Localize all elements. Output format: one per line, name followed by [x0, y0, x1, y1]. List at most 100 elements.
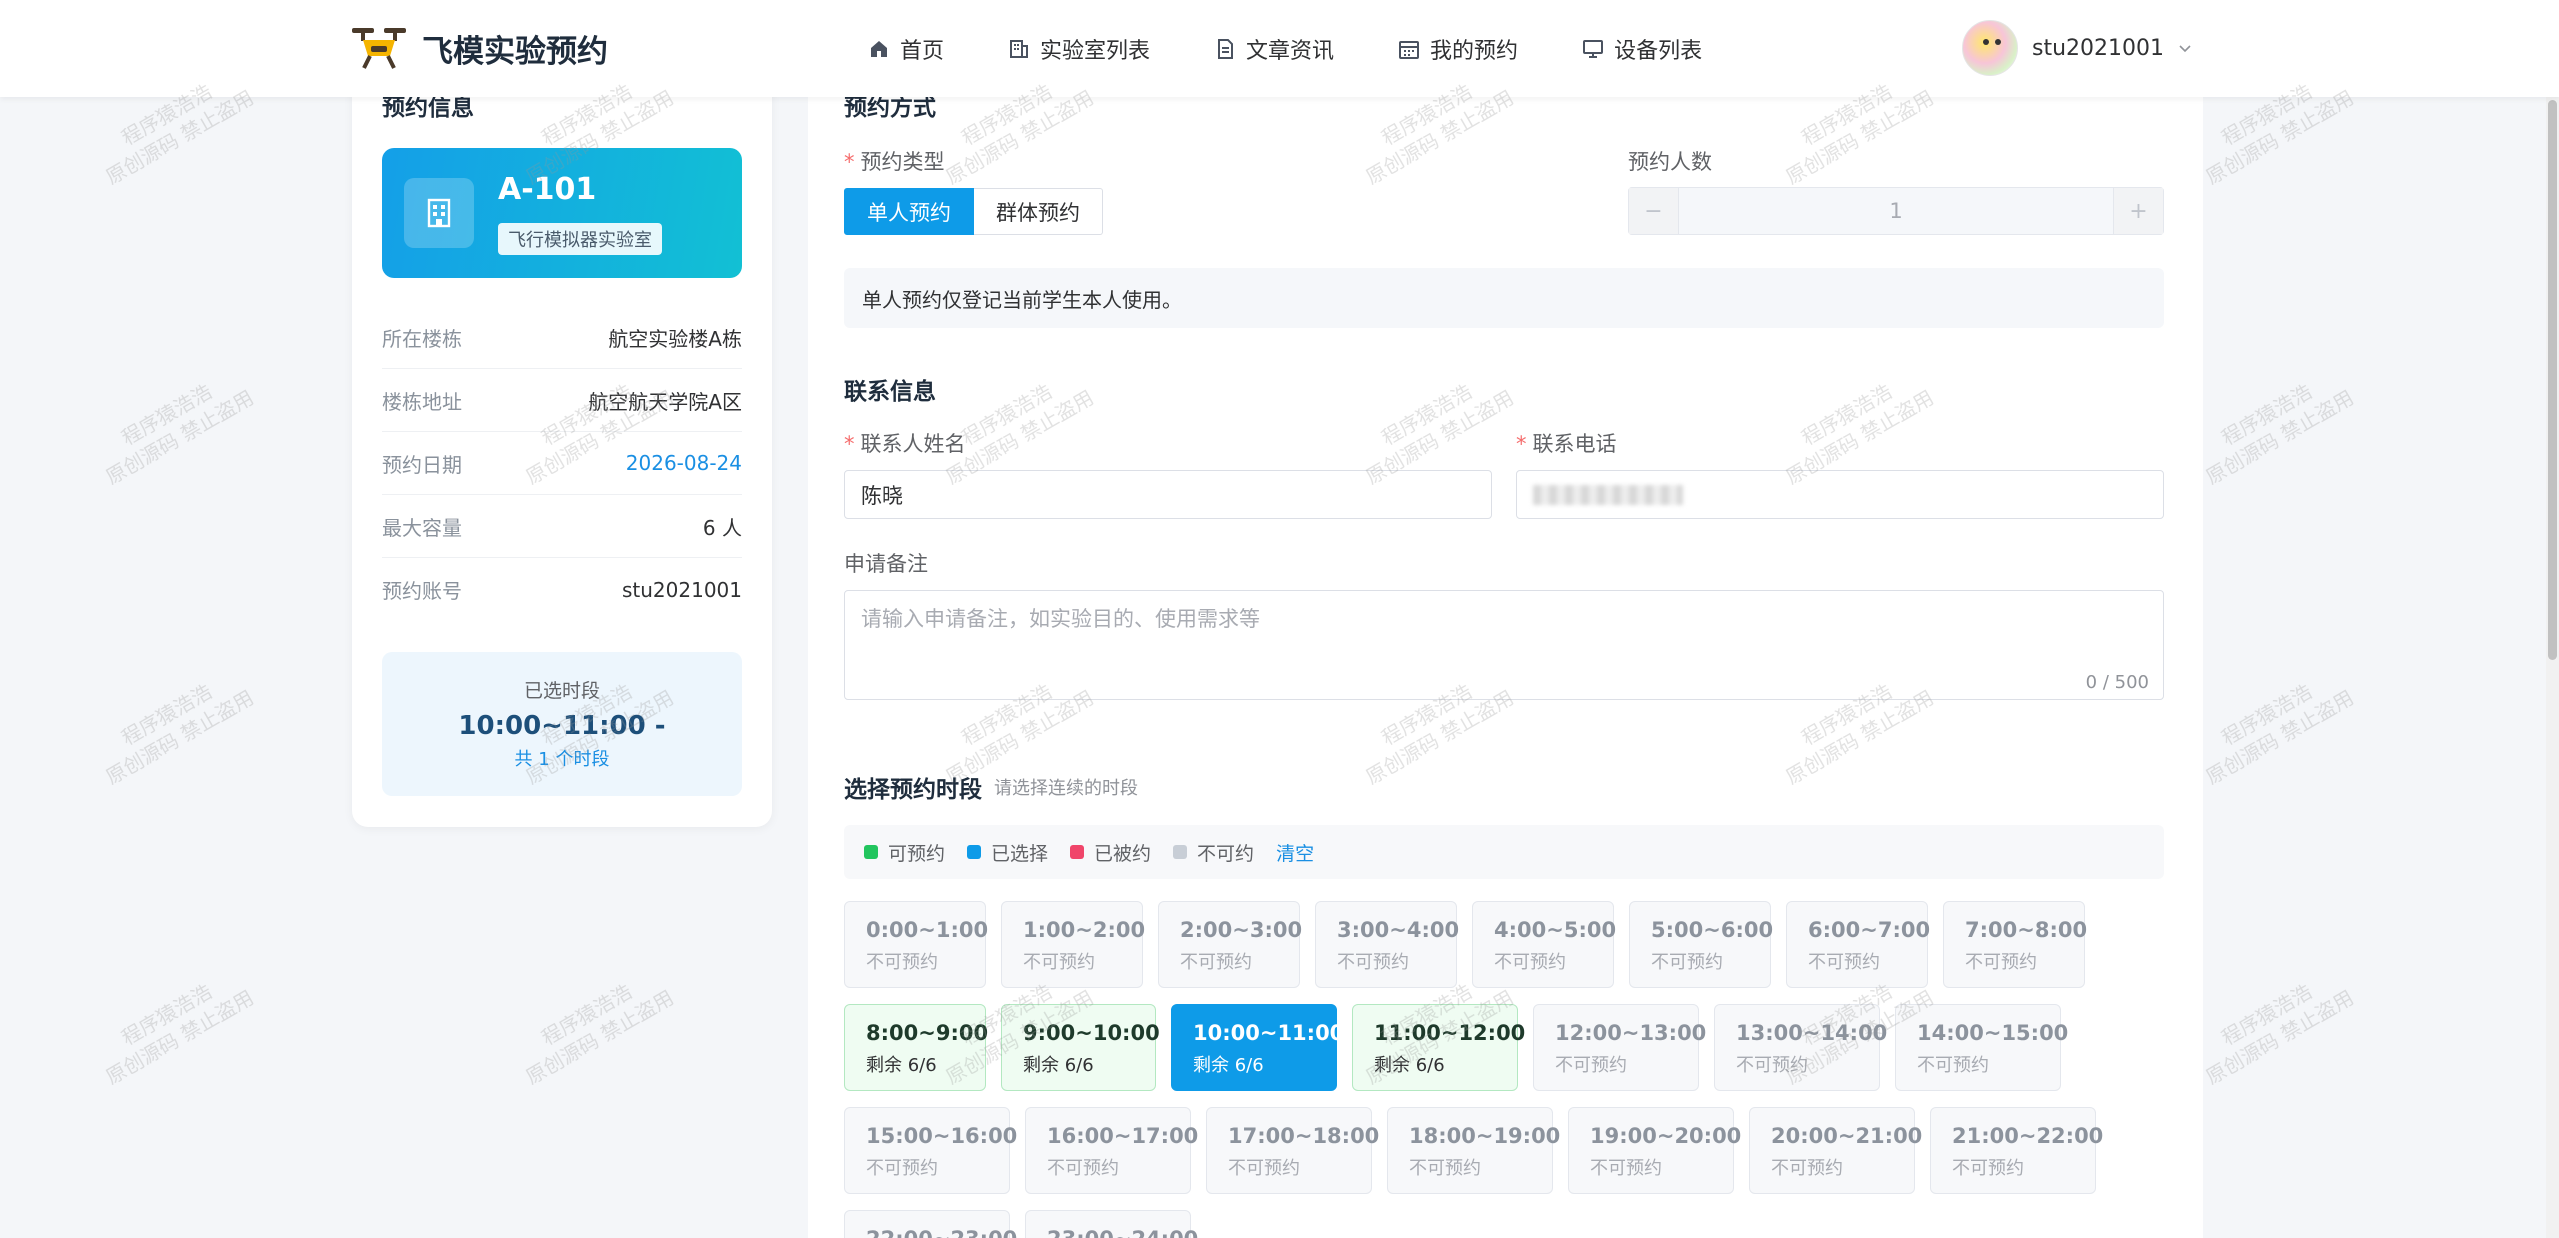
slot-status: 不可预约: [1023, 952, 1095, 973]
home-icon: [871, 40, 887, 57]
legend-dot: [1173, 845, 1188, 859]
people-count-value[interactable]: 1: [1679, 188, 2113, 234]
info-label: 最大容量: [382, 515, 462, 540]
slot-time: 10:00~11:00: [1193, 1021, 1345, 1045]
room-info-list: 所在楼栋 航空实验楼A栋 楼栋地址 航空航天学院A区 预约日期 2026-08-…: [382, 306, 742, 621]
time-slot-selected[interactable]: 10:00~11:00 剩余 6/6: [1171, 1004, 1345, 1091]
time-slot: 18:00~19:00 不可预约: [1387, 1107, 1560, 1194]
slot-status: 不可预约: [1494, 952, 1566, 973]
watermark-line: 原创源码 禁止盗用: [2201, 85, 2358, 190]
watermark-line: 程序猿浩浩: [117, 679, 216, 751]
brand-logo[interactable]: 飞模实验预约: [350, 22, 608, 74]
watermark-line: 程序猿浩浩: [117, 379, 216, 451]
remark-placeholder: 请输入申请备注，如实验目的、使用需求等: [861, 607, 1260, 631]
building-icon: [1010, 39, 1029, 58]
user-menu[interactable]: stu2021001: [1962, 20, 2192, 76]
info-row-building: 所在楼栋 航空实验楼A栋: [382, 306, 742, 369]
slot-time: 4:00~5:00: [1494, 918, 1617, 942]
time-slot: 20:00~21:00 不可预约: [1749, 1107, 1922, 1194]
time-slot: 4:00~5:00 不可预约: [1472, 901, 1617, 988]
slot-time: 9:00~10:00: [1023, 1021, 1160, 1045]
slot-status: 不可预约: [1228, 1158, 1300, 1179]
watermark: 程序猿浩浩 原创源码 禁止盗用: [88, 362, 258, 490]
room-banner: A-101 飞行模拟器实验室: [382, 148, 742, 278]
page-scrollbar[interactable]: [2546, 0, 2559, 1238]
required-mark: *: [844, 150, 855, 174]
time-slot: 1:00~2:00 不可预约: [1001, 901, 1146, 988]
single-booking-button[interactable]: 单人预约: [844, 188, 974, 235]
slot-status: 不可预约: [866, 1158, 938, 1179]
slot-time: 21:00~22:00: [1952, 1124, 2104, 1148]
decrement-button[interactable]: −: [1629, 188, 1679, 234]
booking-info-card: 预约信息 A-101 飞行模拟器实验室 所在楼栋 航空实验楼A栋 楼栋地址 航空…: [352, 70, 772, 827]
watermark-line: 原创源码 禁止盗用: [101, 85, 258, 190]
time-slot: 3:00~4:00 不可预约: [1315, 901, 1459, 988]
legend-dot: [864, 845, 878, 859]
slot-status: 不可预约: [1590, 1158, 1662, 1179]
nav-equipment-label: 设备列表: [1614, 38, 1703, 64]
chevron-down-icon[interactable]: [2178, 41, 2192, 55]
legend-unavailable: 不可约: [1173, 839, 1254, 866]
scrollbar-thumb[interactable]: [2548, 100, 2557, 660]
nav-home[interactable]: 首页: [868, 33, 944, 65]
time-slot-available[interactable]: 11:00~12:00 剩余 6/6: [1352, 1004, 1525, 1091]
info-label: 所在楼栋: [382, 326, 462, 351]
slot-status: 剩余 6/6: [1193, 1055, 1264, 1076]
slot-time: 5:00~6:00: [1651, 918, 1774, 942]
booking-date-value: 2026-08-24: [625, 451, 742, 475]
watermark-line: 原创源码 禁止盗用: [521, 985, 678, 1090]
nav-articles-label: 文章资讯: [1246, 38, 1335, 64]
nav-lab-list[interactable]: 实验室列表: [1008, 33, 1150, 65]
nav-articles[interactable]: 文章资讯: [1214, 33, 1334, 65]
slot-status: 剩余 6/6: [866, 1055, 937, 1076]
slot-status: 不可预约: [1047, 1158, 1119, 1179]
nav-equipment[interactable]: 设备列表: [1582, 33, 1702, 65]
booking-type-label: * 预约类型: [844, 146, 945, 176]
slot-time: 7:00~8:00: [1965, 918, 2088, 942]
slot-status: 不可预约: [1917, 1055, 1989, 1076]
contact-name-field[interactable]: 陈晓: [844, 470, 1492, 519]
slot-time: 0:00~1:00: [866, 918, 989, 942]
slot-status: 不可预约: [1965, 952, 2037, 973]
time-slot: 15:00~16:00 不可预约: [844, 1107, 1017, 1194]
booking-form-card: 预约方式 * 预约类型 单人预约 群体预约 预约人数 − 1 + 单人预约仅登记当…: [808, 70, 2203, 1238]
selected-slot-summary: 已选时段 10:00~11:00 - 共 1 个时段: [382, 652, 742, 796]
legend-dot: [967, 845, 982, 859]
increment-button[interactable]: +: [2113, 188, 2163, 234]
legend-label: 已选择: [991, 842, 1049, 865]
nav-home-label: 首页: [900, 38, 945, 64]
slot-time: 1:00~2:00: [1023, 918, 1146, 942]
time-slot: 2:00~3:00 不可预约: [1158, 901, 1302, 988]
legend-booked: 已被约: [1070, 839, 1151, 866]
info-row-address: 楼栋地址 航空航天学院A区: [382, 369, 742, 432]
slot-status: 不可预约: [1952, 1158, 2024, 1179]
slot-status: 剩余 6/6: [1374, 1055, 1445, 1076]
slot-status: 不可预约: [1651, 952, 1723, 973]
watermark-line: 原创源码 禁止盗用: [101, 385, 258, 490]
slot-time: 16:00~17:00: [1047, 1124, 1199, 1148]
time-slot-available[interactable]: 8:00~9:00 剩余 6/6: [844, 1004, 988, 1091]
time-slot-available[interactable]: 9:00~10:00 剩余 6/6: [1001, 1004, 1160, 1091]
nav-my-bookings-label: 我的预约: [1430, 38, 1519, 64]
people-count-label: 预约人数: [1628, 150, 1712, 174]
contact-phone-field[interactable]: [1516, 470, 2164, 519]
people-count-stepper[interactable]: − 1 +: [1628, 187, 2164, 235]
nav-my-bookings[interactable]: 我的预约: [1398, 33, 1518, 65]
time-slot: 13:00~14:00 不可预约: [1714, 1004, 1887, 1091]
contact-name-label: * 联系人姓名: [844, 428, 966, 458]
contact-info-title: 联系信息: [844, 379, 936, 405]
clear-selection-link[interactable]: 清空: [1276, 839, 1314, 866]
watermark-line: 程序猿浩浩: [117, 979, 216, 1051]
drone-icon: [352, 28, 406, 69]
avatar[interactable]: [1962, 20, 2018, 76]
contact-name-label-text: 联系人姓名: [860, 432, 966, 456]
remark-char-counter: 0 / 500: [2085, 672, 2149, 693]
info-value: stu2021001: [621, 577, 742, 602]
group-booking-button[interactable]: 群体预约: [974, 188, 1103, 235]
contact-phone-label-text: 联系电话: [1532, 432, 1617, 456]
slot-status: 不可预约: [1736, 1055, 1808, 1076]
booking-type-toggle: 单人预约 群体预约: [844, 188, 1103, 235]
watermark-line: 原创源码 禁止盗用: [101, 685, 258, 790]
slot-status: 不可预约: [1180, 952, 1252, 973]
remark-textarea[interactable]: 请输入申请备注，如实验目的、使用需求等 0 / 500: [844, 590, 2164, 700]
